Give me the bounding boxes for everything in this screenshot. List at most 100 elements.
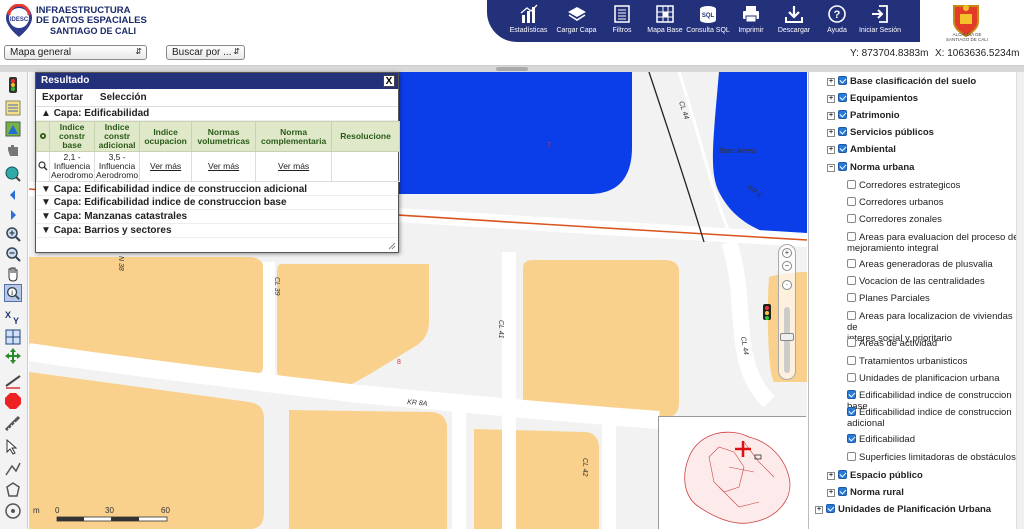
pointer-select-icon[interactable]	[4, 438, 22, 456]
pan-hand-icon[interactable]	[4, 142, 22, 160]
mapa-base-button[interactable]: Mapa Base	[644, 4, 686, 40]
layer-checkbox[interactable]	[847, 356, 856, 365]
layer-checkbox[interactable]	[838, 487, 847, 496]
layer-checkbox[interactable]	[838, 470, 847, 479]
layer-checkbox[interactable]	[847, 434, 856, 443]
iniciar-sesion-button[interactable]: Iniciar Sesión	[859, 4, 901, 40]
close-button[interactable]: X	[383, 75, 395, 87]
tree-item[interactable]: Superficies limitadoras de obstáculos	[847, 452, 1016, 463]
draw-polygon-icon[interactable]	[4, 481, 22, 499]
idesc-logo[interactable]: IDESC INFRAESTRUCTURA DE DATOS ESPACIALE…	[4, 4, 154, 38]
splitter-grip[interactable]	[496, 67, 528, 71]
layer-checkbox[interactable]	[826, 504, 835, 513]
search-by-select[interactable]: Buscar por ... ⇵	[166, 45, 245, 60]
ver-mas-link[interactable]: Ver más	[208, 161, 239, 171]
map-select[interactable]: Mapa general ⇵	[4, 45, 147, 60]
overview-map[interactable]	[658, 416, 807, 529]
draw-line-icon[interactable]	[4, 460, 22, 478]
tree-item[interactable]: Unidades de planificacion urbana	[847, 373, 1000, 384]
globe-zoom-icon[interactable]	[4, 165, 22, 183]
expand-icon[interactable]: +	[827, 146, 835, 154]
consulta-sql-button[interactable]: SQL Consulta SQL	[686, 4, 730, 40]
tree-item[interactable]: + Ambiental	[827, 144, 896, 155]
zoom-reset-button[interactable]: ·	[782, 280, 792, 290]
legend-icon[interactable]	[4, 120, 22, 138]
layer-checkbox[interactable]	[838, 110, 847, 119]
tree-item[interactable]: + Espacio público	[827, 470, 923, 481]
expand-icon[interactable]: +	[827, 95, 835, 103]
layer-checkbox[interactable]	[847, 276, 856, 285]
zoom-out-mini-button[interactable]: −	[782, 261, 792, 271]
prev-arrow-icon[interactable]	[4, 186, 22, 204]
expand-icon[interactable]: +	[827, 78, 835, 86]
tree-item[interactable]: − Norma urbana	[827, 162, 914, 173]
expand-icon[interactable]: +	[827, 489, 835, 497]
buffer-icon[interactable]	[4, 502, 22, 520]
ver-mas-link[interactable]: Ver más	[150, 161, 181, 171]
expand-icon[interactable]: +	[827, 472, 835, 480]
export-menu[interactable]: Exportar	[42, 92, 83, 103]
zoom-in-mini-button[interactable]: +	[782, 248, 792, 258]
tree-item[interactable]: Corredores zonales	[847, 214, 942, 225]
layer-checkbox[interactable]	[838, 76, 847, 85]
layer-checkbox[interactable]	[847, 373, 856, 382]
layer-checkbox[interactable]	[838, 162, 847, 171]
layers-panel-icon[interactable]	[4, 99, 22, 117]
expand-icon[interactable]: +	[827, 112, 835, 120]
tree-item[interactable]: Edificabilidad indice de construccion adi…	[847, 407, 1012, 429]
tree-item[interactable]: Corredores estrategicos	[847, 180, 960, 191]
ruler-icon[interactable]	[4, 415, 22, 433]
tree-item[interactable]: Areas generadoras de plusvalia	[847, 259, 993, 270]
traffic-light-icon[interactable]	[4, 76, 22, 94]
tree-item[interactable]: Corredores urbanos	[847, 197, 944, 208]
tree-item[interactable]: + Norma rural	[827, 487, 904, 498]
ver-mas-link[interactable]: Ver más	[278, 161, 309, 171]
edit-line-icon[interactable]	[4, 372, 22, 390]
layer-checkbox[interactable]	[847, 197, 856, 206]
move-icon[interactable]	[4, 347, 22, 365]
layer-edificabilidad-header[interactable]: ▲ Capa: Edificabilidad	[36, 107, 398, 121]
layer-checkbox[interactable]	[847, 259, 856, 268]
measure-xy-icon[interactable]: XY	[4, 308, 22, 326]
tree-item[interactable]: + Unidades de Planificación Urbana	[815, 504, 991, 515]
tree-item[interactable]: Vocacion de las centralidades	[847, 276, 985, 287]
layer-checkbox[interactable]	[838, 93, 847, 102]
descargar-button[interactable]: Descargar	[773, 4, 815, 40]
tree-scrollbar[interactable]	[1016, 72, 1024, 529]
layer-header[interactable]: ▼ Capa: Barrios y sectores	[36, 224, 398, 238]
expand-icon[interactable]: +	[815, 506, 823, 514]
layer-checkbox[interactable]	[847, 214, 856, 223]
filtros-button[interactable]: Filtros	[601, 4, 643, 40]
tree-item[interactable]: Areas para evaluacion del proceso de mejo…	[847, 232, 1019, 254]
ayuda-button[interactable]: ? Ayuda	[816, 4, 858, 40]
layer-header[interactable]: ▼ Capa: Edificabilidad indice de constru…	[36, 182, 398, 196]
stop-icon[interactable]	[4, 392, 22, 410]
layer-checkbox[interactable]	[847, 338, 856, 347]
hand-icon[interactable]	[4, 265, 22, 283]
collapse-icon[interactable]: −	[827, 164, 835, 172]
layer-header[interactable]: ▼ Capa: Manzanas catastrales	[36, 210, 398, 224]
layer-checkbox[interactable]	[838, 144, 847, 153]
expand-icon[interactable]: +	[827, 129, 835, 137]
info-query-icon[interactable]: i	[4, 284, 22, 302]
layer-checkbox[interactable]	[847, 407, 856, 416]
tree-item[interactable]: Planes Parciales	[847, 293, 930, 304]
tree-item[interactable]: + Equipamientos	[827, 93, 918, 104]
imprimir-button[interactable]: Imprimir	[730, 4, 772, 40]
tree-item[interactable]: Tratamientos urbanisticos	[847, 356, 967, 367]
traffic-light-marker-icon[interactable]	[763, 304, 771, 320]
select-box-icon[interactable]	[4, 328, 22, 346]
layer-checkbox[interactable]	[847, 311, 856, 320]
tree-item[interactable]: + Servicios públicos	[827, 127, 934, 138]
resize-grip-icon[interactable]	[388, 242, 396, 250]
layer-header[interactable]: ▼ Capa: Edificabilidad indice de constru…	[36, 196, 398, 210]
tree-item[interactable]: + Patrimonio	[827, 110, 900, 121]
selection-menu[interactable]: Selección	[100, 92, 147, 103]
layer-checkbox[interactable]	[847, 452, 856, 461]
cargar-capa-button[interactable]: Cargar Capa	[553, 4, 600, 40]
zoom-slider[interactable]: + − ·	[778, 244, 796, 380]
tree-item[interactable]: Edificabilidad	[847, 434, 915, 445]
zoom-out-icon[interactable]	[4, 245, 22, 263]
layer-checkbox[interactable]	[847, 180, 856, 189]
layer-checkbox[interactable]	[847, 232, 856, 241]
